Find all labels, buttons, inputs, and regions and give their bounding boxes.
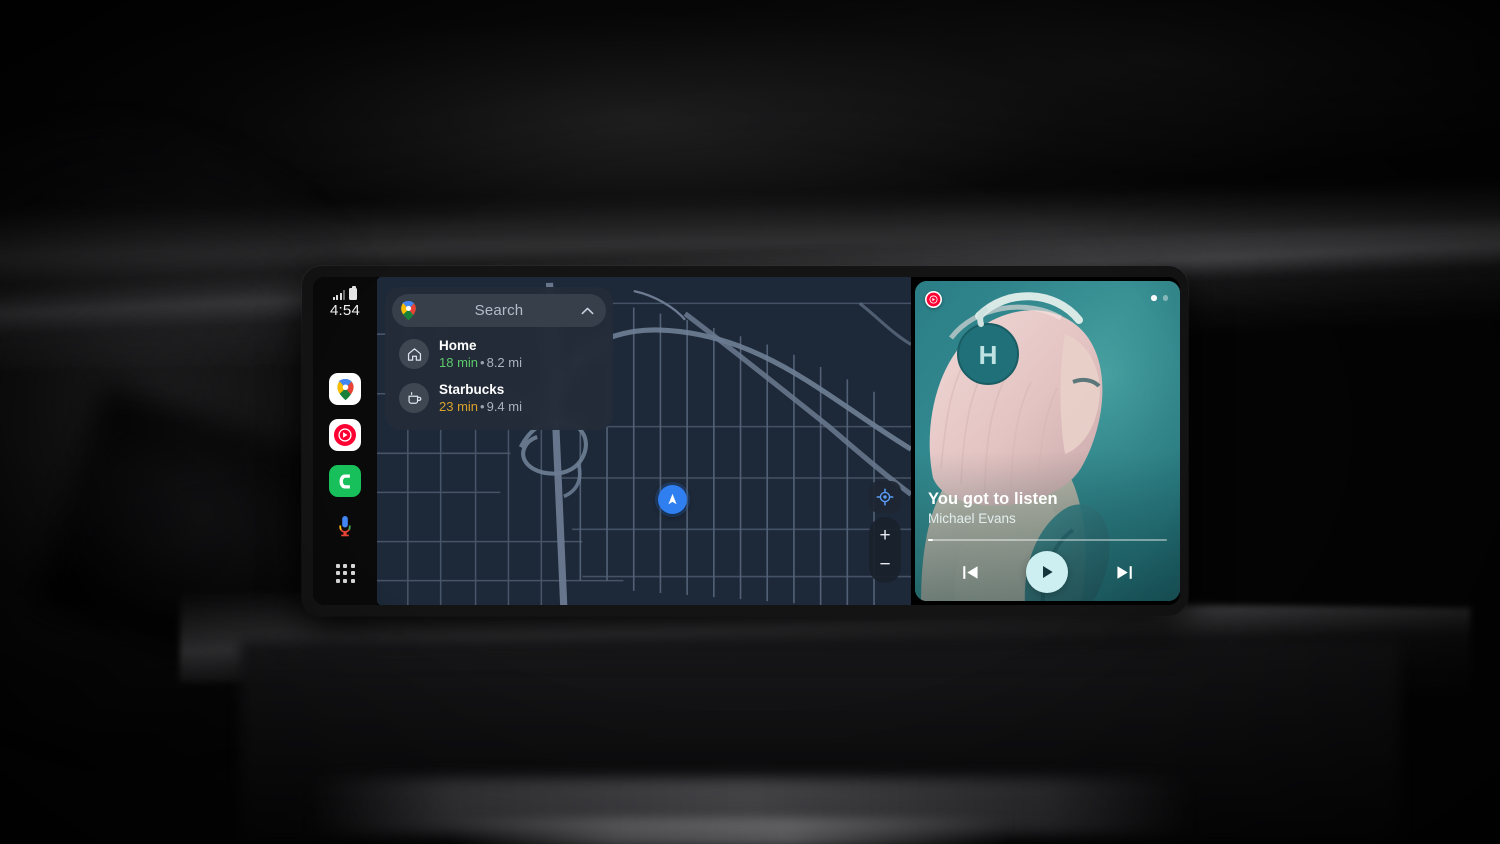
status-bar: 4:54 bbox=[330, 286, 360, 319]
navigation-arrow-icon bbox=[668, 493, 677, 505]
app-sidebar: 4:54 bbox=[313, 277, 377, 605]
progress-bar[interactable] bbox=[928, 538, 1167, 541]
suggestion-subtitle: 23 min • 9.4 mi bbox=[439, 399, 522, 415]
home-icon-wrap bbox=[399, 339, 429, 370]
display-bezel: 4:54 Search Home 18 min • 8.2 mi Starbuc… bbox=[302, 266, 1188, 616]
console-light-band-lower bbox=[450, 818, 1010, 844]
play-icon bbox=[1043, 566, 1054, 578]
microphone-icon bbox=[339, 516, 351, 537]
sidebar-item-youtube-music[interactable] bbox=[329, 419, 361, 451]
suggestion-title: Starbucks bbox=[439, 382, 505, 398]
recenter-button[interactable] bbox=[869, 481, 901, 513]
sidebar-item-google-maps[interactable] bbox=[329, 373, 361, 405]
suggestion-home-text: Home 18 min • 8.2 mi bbox=[439, 338, 522, 370]
page-dot bbox=[1162, 295, 1168, 301]
suggestion-home[interactable]: Home 18 min • 8.2 mi bbox=[392, 332, 606, 376]
coffee-cup-icon bbox=[407, 391, 421, 404]
phone-icon bbox=[339, 474, 350, 488]
skip-next-icon bbox=[1117, 565, 1132, 579]
zoom-controls: + − bbox=[869, 517, 901, 583]
sidebar-item-phone[interactable] bbox=[329, 465, 361, 497]
app-grid-icon bbox=[335, 563, 340, 568]
suggestion-subtitle: 18 min • 8.2 mi bbox=[439, 355, 522, 371]
zoom-in-button[interactable]: + bbox=[869, 521, 901, 550]
coffee-cup-icon-wrap bbox=[399, 383, 429, 414]
media-controls bbox=[915, 551, 1180, 593]
status-icons bbox=[332, 286, 358, 300]
track-artist: Michael Evans bbox=[928, 511, 1016, 527]
youtube-music-icon bbox=[926, 292, 941, 307]
car-interior-scene: 4:54 Search Home 18 min • 8.2 mi Starbuc… bbox=[0, 0, 1500, 844]
app-rail bbox=[313, 373, 377, 589]
previous-track-button[interactable] bbox=[960, 562, 981, 583]
suggestion-eta: 23 min bbox=[439, 398, 479, 414]
search-input[interactable]: Search bbox=[392, 294, 606, 327]
maps-pin-icon bbox=[401, 301, 416, 320]
suggestion-eta: 18 min bbox=[439, 354, 479, 370]
cellular-signal-icon bbox=[332, 289, 346, 300]
page-dot-active bbox=[1151, 295, 1157, 301]
search-card: Search Home 18 min • 8.2 mi Starbucks 23… bbox=[385, 287, 613, 431]
skip-previous-icon bbox=[963, 565, 978, 579]
youtube-music-badge bbox=[925, 291, 942, 308]
sidebar-item-app-launcher[interactable] bbox=[329, 557, 361, 589]
media-player-card[interactable]: H You got to listen Michael Evans bbox=[915, 281, 1180, 601]
map-controls: + − bbox=[869, 481, 901, 583]
play-button[interactable] bbox=[1026, 551, 1069, 593]
battery-icon bbox=[349, 286, 358, 300]
track-title: You got to listen bbox=[928, 489, 1058, 508]
suggestion-starbucks-text: Starbucks 23 min • 9.4 mi bbox=[439, 382, 522, 414]
search-suggestions: Home 18 min • 8.2 mi Starbucks 23 min • … bbox=[392, 332, 606, 420]
suggestion-distance: 9.4 mi bbox=[486, 398, 522, 414]
progress-fill bbox=[928, 538, 933, 541]
media-info: You got to listen Michael Evans bbox=[928, 490, 1167, 541]
home-icon bbox=[407, 347, 421, 361]
suggestion-separator: • bbox=[480, 398, 485, 414]
youtube-music-icon bbox=[334, 424, 356, 446]
map-view[interactable]: Search Home 18 min • 8.2 mi Starbucks 23… bbox=[377, 277, 911, 605]
suggestion-distance: 8.2 mi bbox=[486, 354, 522, 370]
next-track-button[interactable] bbox=[1114, 562, 1135, 583]
suggestion-separator: • bbox=[480, 354, 485, 370]
maps-pin-icon bbox=[336, 378, 354, 400]
svg-text:H: H bbox=[979, 340, 998, 370]
clock: 4:54 bbox=[330, 302, 360, 319]
search-placeholder: Search bbox=[474, 302, 524, 319]
infotainment-screen: 4:54 Search Home 18 min • 8.2 mi Starbuc… bbox=[313, 277, 1180, 605]
sidebar-item-assistant[interactable] bbox=[329, 511, 361, 543]
suggestion-starbucks[interactable]: Starbucks 23 min • 9.4 mi bbox=[392, 376, 606, 420]
chevron-up-icon[interactable] bbox=[581, 307, 594, 315]
recenter-crosshair-icon bbox=[876, 488, 894, 506]
location-puck[interactable] bbox=[658, 485, 687, 514]
suggestion-title: Home bbox=[439, 338, 477, 353]
zoom-out-button[interactable]: − bbox=[869, 550, 901, 579]
page-indicator-dots[interactable] bbox=[1151, 295, 1168, 301]
